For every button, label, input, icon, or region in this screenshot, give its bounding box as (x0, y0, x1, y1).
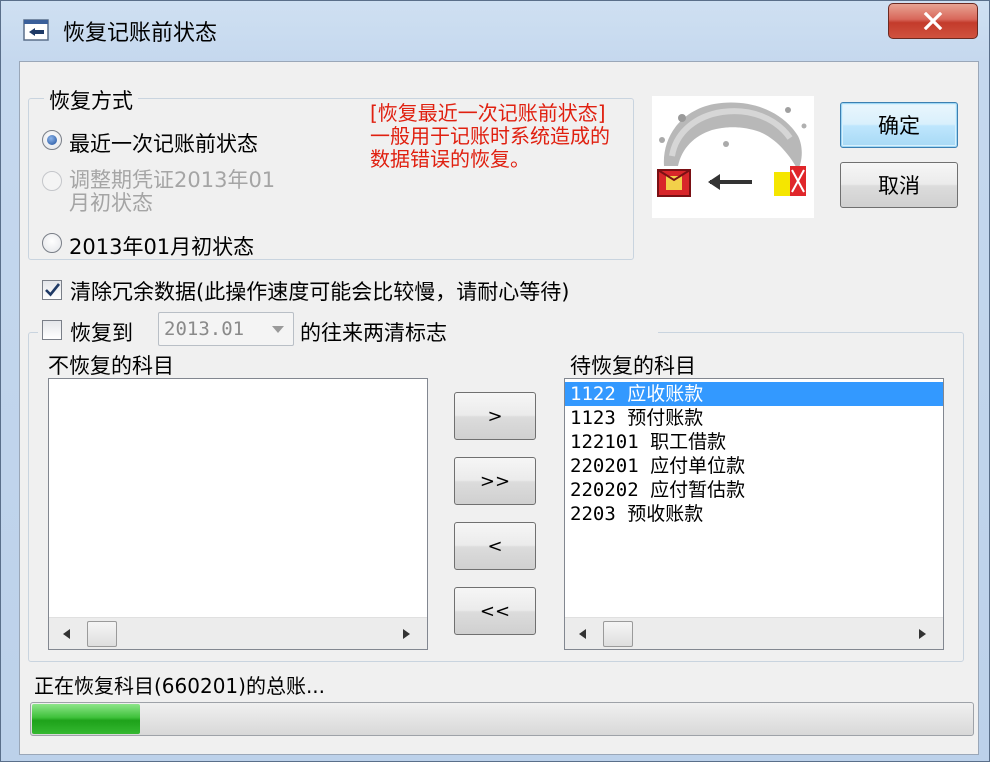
radio-latest[interactable]: 最近一次记账前状态 (42, 128, 258, 158)
title-bar[interactable]: 恢复记账前状态 (1, 1, 989, 61)
list-item[interactable]: 1122 应收账款 (565, 382, 943, 406)
restore-to-suffix: 的往来两清标志 (300, 321, 447, 345)
clear-redundant-checkbox[interactable] (42, 280, 62, 300)
radio-month-start-label: 2013年01月初状态 (69, 235, 255, 259)
restore-to-label[interactable]: 恢复到 (70, 317, 133, 347)
dialog-window: 恢复记账前状态 恢复方式 最近一次记账前状态 调整期凭证2013年01 月初状态… (0, 0, 990, 762)
pending-accounts-list[interactable]: 1122 应收账款 1123 预付账款 122101 职工借款 220201 应… (564, 378, 944, 650)
right-horizontal-scrollbar[interactable] (565, 617, 943, 649)
left-scroll-thumb[interactable] (87, 621, 117, 647)
close-button[interactable] (888, 3, 978, 39)
left-list-title: 不恢复的科目 (48, 354, 174, 378)
list-item[interactable]: 2203 预收账款 (565, 502, 943, 526)
radio-adjust-period-label: 调整期凭证2013年01 月初状态 (69, 168, 276, 215)
radio-adjust-period[interactable]: 调整期凭证2013年01 月初状态 (42, 169, 275, 215)
move-right-button[interactable]: > (454, 392, 536, 440)
radio-latest-label: 最近一次记账前状态 (69, 132, 258, 156)
unrestored-accounts-list[interactable] (48, 378, 428, 650)
restore-to-checkbox[interactable] (42, 320, 62, 340)
status-text: 正在恢复科目(660201)的总账... (34, 674, 326, 698)
chevron-down-icon (272, 326, 284, 333)
cancel-button[interactable]: 取消 (840, 162, 958, 208)
list-item[interactable]: 1123 预付账款 (565, 406, 943, 430)
scroll-left-icon[interactable] (63, 629, 70, 639)
restore-illustration (652, 96, 814, 218)
ok-button[interactable]: 确定 (840, 102, 958, 148)
radio-month-start-button[interactable] (42, 233, 62, 253)
radio-adjust-period-button[interactable] (42, 171, 62, 191)
dialog-client: 恢复方式 最近一次记账前状态 调整期凭证2013年01 月初状态 2013年01… (19, 61, 979, 755)
progress-bar (30, 702, 974, 736)
left-horizontal-scrollbar[interactable] (49, 617, 427, 649)
right-list-title: 待恢复的科目 (570, 354, 696, 378)
period-value: 2013.01 (164, 318, 245, 340)
restore-note: [恢复最近一次记账前状态]一般用于记账时系统造成的数据错误的恢复。 (370, 101, 610, 171)
checkmark-icon (45, 283, 61, 297)
radio-month-start[interactable]: 2013年01月初状态 (42, 231, 254, 261)
clear-redundant-label[interactable]: 清除冗余数据(此操作速度可能会比较慢，请耐心等待) (70, 276, 569, 306)
scroll-right-icon[interactable] (403, 629, 410, 639)
move-left-button[interactable]: < (454, 522, 536, 570)
period-combo[interactable]: 2013.01 (158, 312, 294, 346)
list-item[interactable]: 220201 应付单位款 (565, 454, 943, 478)
close-icon (923, 12, 943, 30)
move-all-left-button[interactable]: << (454, 587, 536, 635)
right-scroll-thumb[interactable] (603, 621, 633, 647)
scroll-left-icon[interactable] (579, 629, 586, 639)
scroll-right-icon[interactable] (919, 629, 926, 639)
list-item[interactable]: 220202 应付暂估款 (565, 478, 943, 502)
progress-fill (32, 704, 141, 734)
radio-latest-button[interactable] (42, 130, 62, 150)
move-all-right-button[interactable]: >> (454, 457, 536, 505)
dialog-icon (23, 19, 49, 41)
window-title: 恢复记账前状态 (63, 21, 218, 46)
restore-mode-legend: 恢复方式 (44, 85, 138, 115)
pending-accounts-items: 1122 应收账款 1123 预付账款 122101 职工借款 220201 应… (565, 379, 943, 526)
list-item[interactable]: 122101 职工借款 (565, 430, 943, 454)
